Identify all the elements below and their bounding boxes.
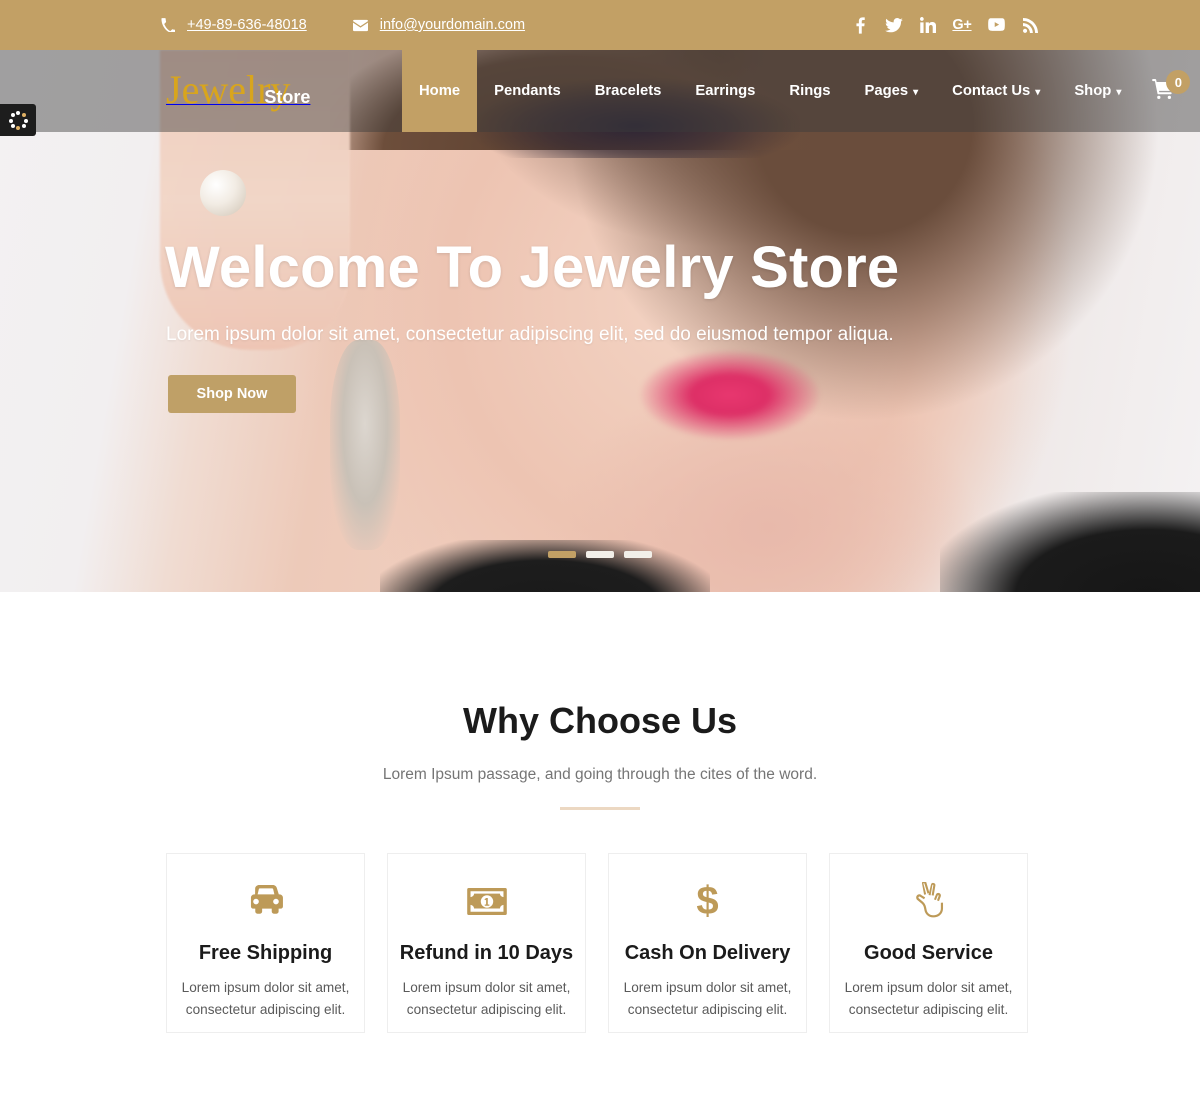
banknote-icon: [466, 882, 507, 920]
feature-card-free-shipping[interactable]: Free Shipping Lorem ipsum dolor sit amet…: [166, 853, 365, 1033]
dollar-sign-icon: $: [696, 879, 719, 923]
envelope-icon: [352, 18, 368, 33]
google-plus-icon[interactable]: G+: [952, 15, 972, 35]
nav-label: Pages: [864, 83, 909, 99]
hero-subtitle: Lorem ipsum dolor sit amet, consectetur …: [166, 324, 894, 345]
logo-secondary-text: Store: [264, 87, 311, 107]
email-address: info@yourdomain.com: [379, 17, 526, 33]
nav-label: Shop: [1074, 83, 1112, 99]
phone-number: +49-89-636-48018: [187, 17, 307, 33]
hand-victory-icon: [913, 882, 945, 920]
loading-spinner-widget[interactable]: [0, 104, 36, 136]
slider-dot-2[interactable]: [586, 551, 614, 558]
social-links: G+: [850, 15, 1040, 35]
feature-title: Free Shipping: [198, 942, 333, 964]
cart-button[interactable]: 0: [1138, 50, 1191, 132]
twitter-icon[interactable]: [884, 15, 904, 35]
feature-text: Lorem ipsum dolor sit amet, consectetur …: [844, 980, 1013, 1018]
car-icon: [247, 882, 285, 920]
feature-card-cash-on-delivery[interactable]: $ Cash On Delivery Lorem ipsum dolor sit…: [608, 853, 807, 1033]
top-contact-bar: +49-89-636-48018 info@yourdomain.com G+: [0, 0, 1200, 50]
nav-label: Pendants: [494, 83, 561, 99]
nav-label: Earrings: [695, 83, 756, 99]
loading-spinner-icon: [9, 111, 28, 130]
slider-pagination: [548, 551, 652, 558]
nav-item-shop[interactable]: Shop ▾: [1057, 50, 1138, 132]
section-subtitle: Lorem Ipsum passage, and going through t…: [382, 766, 818, 783]
feature-card-good-service[interactable]: Good Service Lorem ipsum dolor sit amet,…: [829, 853, 1028, 1033]
hero-title: Welcome To Jewelry Store: [165, 235, 900, 300]
nav-label: Rings: [789, 83, 831, 99]
chevron-down-icon: ▾: [1035, 86, 1041, 98]
shop-now-button[interactable]: Shop Now: [168, 375, 296, 413]
nav-item-bracelets[interactable]: Bracelets: [578, 50, 679, 132]
nav-label: Contact Us: [952, 83, 1031, 99]
facebook-icon[interactable]: [850, 15, 870, 35]
slider-dot-1[interactable]: [548, 551, 576, 558]
section-divider: [560, 807, 640, 810]
feature-card-refund[interactable]: Refund in 10 Days Lorem ipsum dolor sit …: [387, 853, 586, 1033]
nav-item-home[interactable]: Home: [402, 50, 478, 132]
nav-item-rings[interactable]: Rings: [772, 50, 847, 132]
chevron-down-icon: ▾: [913, 86, 919, 98]
nav-item-earrings[interactable]: Earrings: [678, 50, 772, 132]
feature-text: Lorem ipsum dolor sit amet, consectetur …: [402, 980, 571, 1018]
feature-title: Refund in 10 Days: [399, 942, 574, 964]
feature-text: Lorem ipsum dolor sit amet, consectetur …: [181, 980, 350, 1018]
topbar-contacts: +49-89-636-48018 info@yourdomain.com: [160, 17, 525, 33]
feature-text: Lorem ipsum dolor sit amet, consectetur …: [623, 980, 792, 1018]
cart-count-badge: 0: [1166, 70, 1191, 94]
youtube-icon[interactable]: [986, 15, 1006, 35]
nav-item-contact-us[interactable]: Contact Us ▾: [935, 50, 1057, 132]
feature-title: Cash On Delivery: [624, 942, 791, 964]
nav-item-pendants[interactable]: Pendants: [477, 50, 578, 132]
nav-menu: Home Pendants Bracelets Earrings Rings P…: [402, 50, 1191, 132]
phone-icon: [160, 18, 175, 33]
phone-link[interactable]: +49-89-636-48018: [160, 17, 307, 33]
site-logo[interactable]: JewelryStore: [166, 66, 310, 113]
nav-item-pages[interactable]: Pages ▾: [848, 50, 936, 132]
section-title: Why Choose Us: [462, 700, 738, 741]
rss-icon[interactable]: [1020, 15, 1040, 35]
slider-dot-3[interactable]: [624, 551, 652, 558]
nav-label: Home: [419, 83, 461, 99]
main-navbar: JewelryStore Home Pendants Bracelets Ear…: [0, 50, 1200, 132]
email-link[interactable]: info@yourdomain.com: [352, 17, 526, 33]
feature-card-list: Free Shipping Lorem ipsum dolor sit amet…: [166, 853, 1034, 1033]
why-choose-us-section: Why Choose Us Lorem Ipsum passage, and g…: [0, 592, 1200, 1104]
chevron-down-icon: ▾: [1116, 86, 1122, 98]
linkedin-icon[interactable]: [918, 15, 938, 35]
nav-label: Bracelets: [594, 83, 662, 99]
feature-title: Good Service: [864, 942, 993, 964]
